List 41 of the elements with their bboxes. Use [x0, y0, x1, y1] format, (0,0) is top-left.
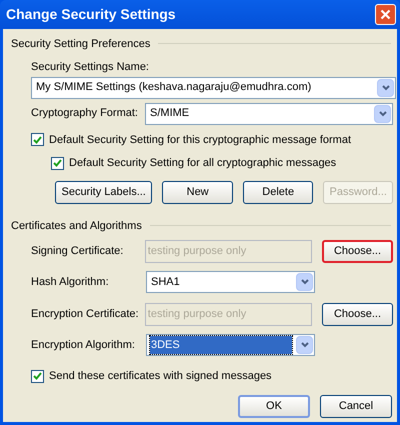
chevron-down-icon [300, 342, 308, 348]
chevron-down-icon [300, 279, 308, 285]
chevron-down-icon [382, 84, 390, 90]
window-title: Change Security Settings [6, 5, 176, 24]
field-label: Signing Certificate: [31, 244, 124, 260]
dropdown-arrow-button[interactable] [296, 336, 313, 354]
dropdown[interactable]: SHA1 [146, 271, 315, 293]
checkbox[interactable] [31, 370, 44, 383]
dropdown[interactable]: My S/MIME Settings (keshava.nagaraju@emudhra.com) [31, 76, 396, 98]
field-label: Hash Algorithm: [31, 274, 110, 290]
close-button[interactable] [375, 4, 396, 25]
checkbox[interactable] [31, 133, 44, 146]
field-label: Security Settings Name: [31, 60, 150, 72]
dropdown-arrow-button[interactable] [296, 273, 313, 291]
checkbox[interactable] [51, 156, 64, 170]
button[interactable]: Security Labels... [55, 180, 152, 204]
section-title: Certificates and Algorithms [11, 218, 142, 234]
checkmark-icon [53, 159, 62, 168]
button[interactable]: OK [238, 394, 310, 418]
checkbox-label: Send these certificates with signed messages [49, 369, 272, 384]
field-label: Encryption Certificate: [31, 307, 140, 322]
dropdown[interactable]: 3DES [146, 334, 315, 356]
button[interactable]: Delete [242, 180, 314, 204]
close-icon [380, 9, 391, 20]
field-label: Cryptography Format: [31, 106, 139, 122]
checkmark-icon [33, 372, 42, 380]
dropdown-value: SHA1 [150, 274, 181, 290]
dropdown-arrow-button[interactable] [377, 78, 394, 96]
checkbox-label: Default Security Setting for this cryptographic message format [49, 132, 352, 148]
button[interactable]: Cancel [320, 394, 392, 418]
chevron-down-icon [378, 110, 386, 116]
checkbox-label: Default Security Setting for all cryptographic messages [69, 156, 336, 171]
dropdown-value: 3DES [150, 336, 292, 354]
field-label: Encryption Algorithm: [31, 338, 136, 353]
dropdown-value: S/MIME [149, 106, 190, 122]
dropdown-value: My S/MIME Settings (keshava.nagaraju@emudhra.com) [35, 80, 312, 96]
dropdown[interactable]: S/MIME [145, 102, 393, 124]
section-title: Security Setting Preferences [11, 37, 150, 52]
button[interactable]: New [162, 180, 233, 204]
checkmark-icon [33, 136, 42, 144]
dropdown-arrow-button[interactable] [374, 104, 391, 122]
